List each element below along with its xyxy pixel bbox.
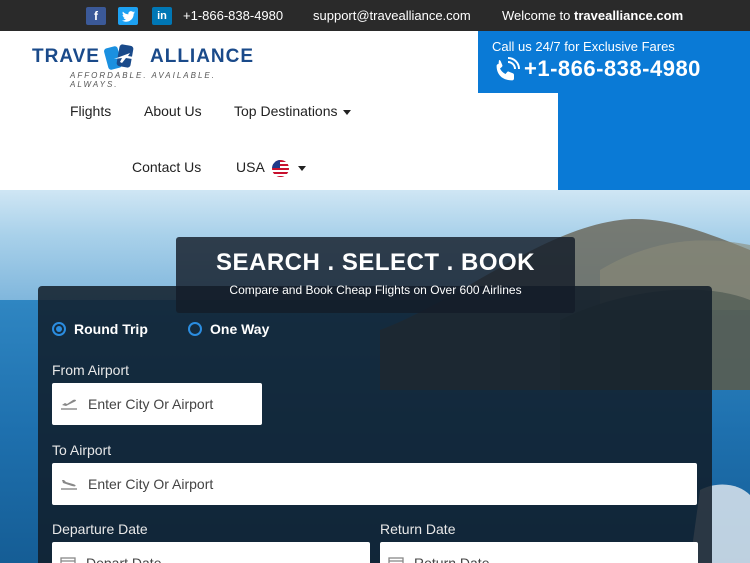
- return-date-placeholder: Return Date: [414, 555, 490, 563]
- from-airport-placeholder: Enter City Or Airport: [88, 396, 214, 412]
- to-airport-input[interactable]: Enter City Or Airport: [52, 463, 697, 505]
- welcome-site[interactable]: travealliance.com: [574, 8, 683, 23]
- calendar-icon: [388, 557, 404, 563]
- logo-text-left: TRAVE: [32, 46, 100, 67]
- facebook-icon[interactable]: f: [86, 7, 106, 25]
- plane-takeoff-icon: [61, 399, 77, 410]
- call-label: Call us 24/7 for Exclusive Fares: [492, 39, 675, 54]
- nav-country[interactable]: USA: [236, 159, 306, 177]
- from-airport-label: From Airport: [52, 362, 130, 378]
- linkedin-icon[interactable]: in: [152, 7, 172, 25]
- depart-date-placeholder: Depart Date: [86, 555, 162, 563]
- twitter-icon[interactable]: [118, 7, 138, 25]
- radio-selected-icon: [52, 322, 66, 336]
- header: TRAVE ALLIANCE AFFORDABLE. AVAILABLE. AL…: [0, 31, 558, 190]
- chevron-down-icon: [342, 109, 351, 115]
- to-airport-label: To Airport: [52, 442, 112, 458]
- return-date-input[interactable]: Return Date: [380, 542, 698, 563]
- nav-contact[interactable]: Contact Us: [132, 159, 201, 175]
- chevron-down-icon: [297, 165, 306, 171]
- top-phone[interactable]: +1-866-838-4980: [183, 8, 283, 23]
- hero-tagline: SEARCH . SELECT . BOOK Compare and Book …: [176, 237, 575, 313]
- radio-unselected-icon: [188, 322, 202, 336]
- logo[interactable]: TRAVE ALLIANCE AFFORDABLE. AVAILABLE. AL…: [32, 41, 253, 89]
- call-phone[interactable]: +1-866-838-4980: [524, 56, 701, 82]
- radio-one-way[interactable]: One Way: [188, 321, 269, 337]
- logo-text-right: ALLIANCE: [150, 46, 255, 67]
- one-way-label: One Way: [210, 321, 270, 337]
- from-airport-input[interactable]: Enter City Or Airport: [52, 383, 262, 425]
- top-bar: f in +1-866-838-4980 support@traveallian…: [0, 0, 750, 31]
- phone-icon: [496, 57, 520, 81]
- departure-date-label: Departure Date: [52, 521, 148, 537]
- nav-top-destinations-label: Top Destinations: [234, 103, 338, 119]
- to-airport-placeholder: Enter City Or Airport: [88, 476, 214, 492]
- nav-top-destinations[interactable]: Top Destinations: [234, 103, 351, 119]
- radio-round-trip[interactable]: Round Trip: [52, 321, 148, 337]
- hero-subtitle: Compare and Book Cheap Flights on Over 6…: [229, 283, 522, 297]
- return-date-label: Return Date: [380, 521, 456, 537]
- plane-landing-icon: [61, 480, 77, 490]
- logo-mark-icon: [104, 44, 134, 70]
- logo-tagline: AFFORDABLE. AVAILABLE. ALWAYS.: [70, 71, 216, 89]
- nav-flights[interactable]: Flights: [70, 103, 111, 119]
- welcome-prefix: Welcome to: [502, 8, 575, 23]
- calendar-icon: [60, 557, 76, 563]
- round-trip-label: Round Trip: [74, 321, 148, 337]
- header-blue-panel: [558, 93, 750, 190]
- us-flag-icon: [271, 159, 289, 177]
- hero-title: SEARCH . SELECT . BOOK: [215, 249, 536, 276]
- nav-about[interactable]: About Us: [144, 103, 202, 119]
- depart-date-input[interactable]: Depart Date: [52, 542, 370, 563]
- top-email[interactable]: support@travealliance.com: [313, 8, 471, 23]
- country-label: USA: [236, 159, 265, 175]
- welcome-text: Welcome to travealliance.com: [502, 8, 683, 23]
- call-box[interactable]: Call us 24/7 for Exclusive Fares +1-866-…: [478, 31, 750, 93]
